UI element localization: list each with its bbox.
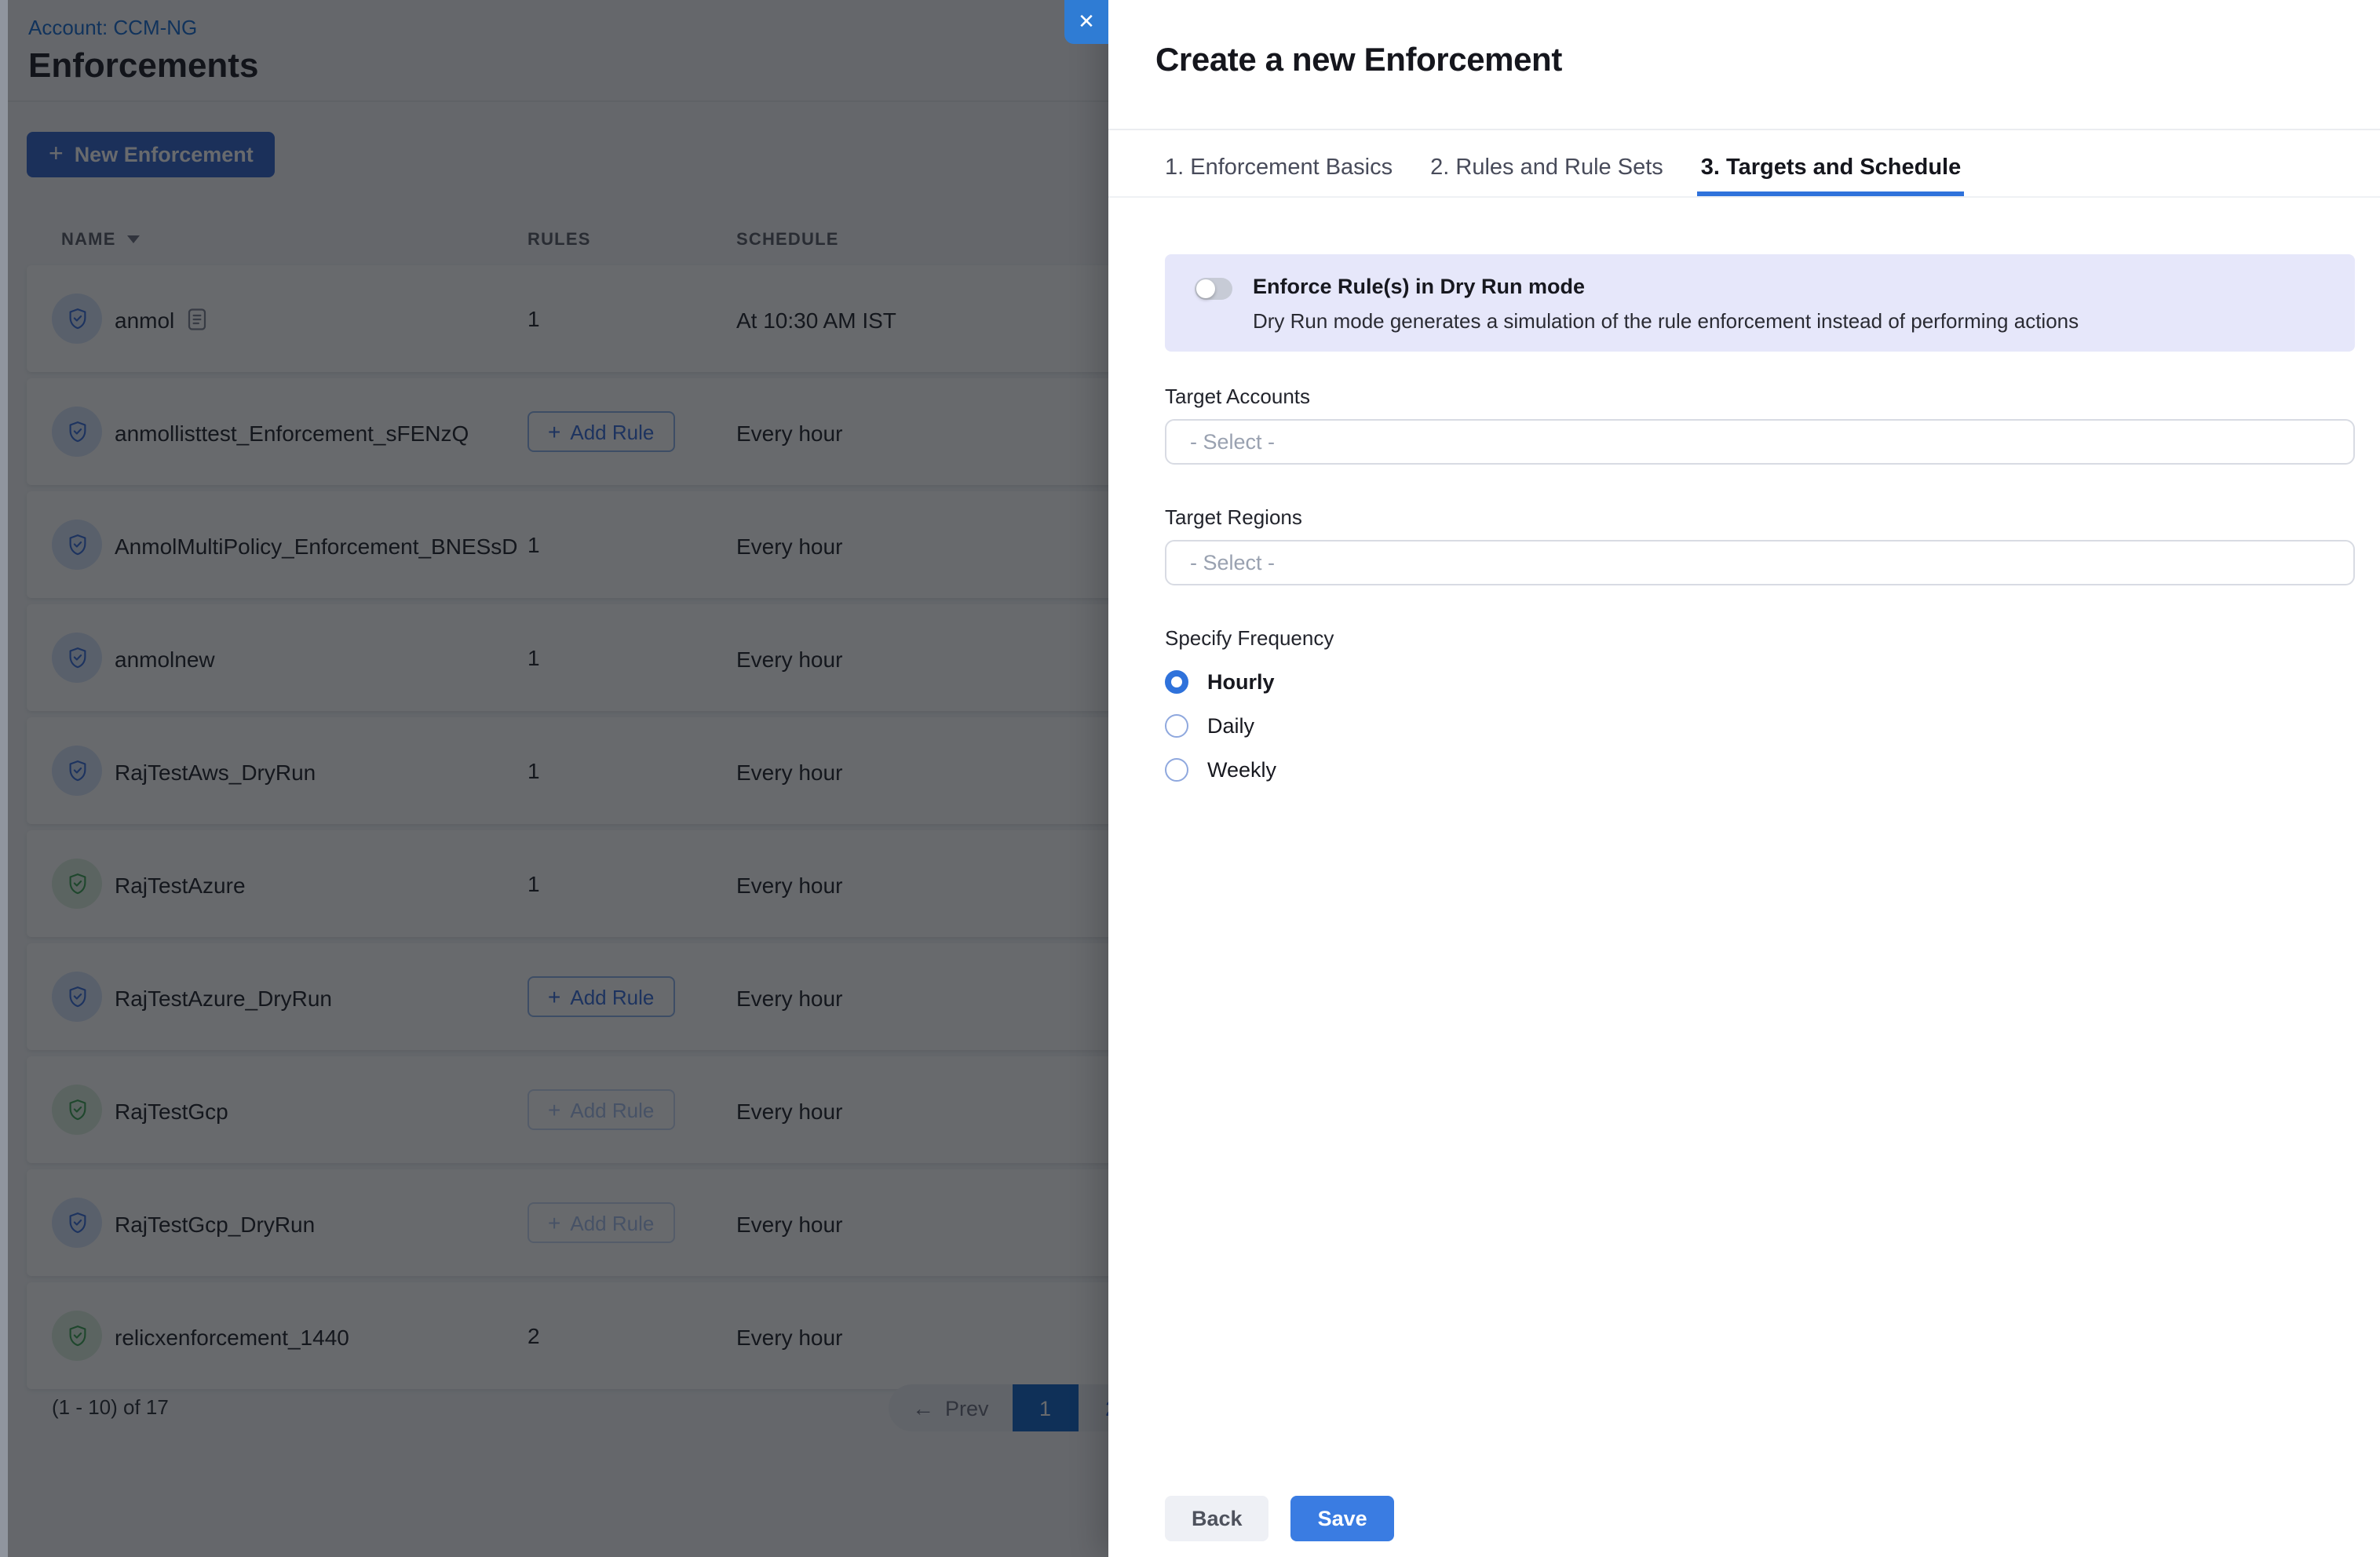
wizard-tabs: 1. Enforcement Basics 2. Rules and Rule …	[1108, 130, 2380, 198]
frequency-label: Specify Frequency	[1165, 626, 2355, 650]
dry-run-toggle[interactable]	[1195, 278, 1232, 300]
save-button[interactable]: Save	[1291, 1496, 1394, 1541]
wizard-tab-3[interactable]: 3. Targets and Schedule	[1698, 155, 1964, 196]
dry-run-description: Dry Run mode generates a simulation of t…	[1253, 310, 2079, 330]
target-accounts-select[interactable]: - Select -	[1165, 419, 2355, 465]
radio-icon	[1165, 758, 1188, 782]
radio-icon	[1165, 714, 1188, 738]
frequency-option-hourly[interactable]: Hourly	[1165, 665, 2355, 698]
window-edge	[0, 0, 8, 1557]
back-button[interactable]: Back	[1165, 1496, 1269, 1541]
drawer-footer: Back Save	[1165, 1496, 1394, 1541]
drawer-content: Enforce Rule(s) in Dry Run mode Dry Run …	[1108, 198, 2380, 786]
radio-icon	[1165, 670, 1188, 694]
screen: Account: CCM-NG Enforcements + New Enfor…	[0, 0, 2380, 1557]
target-regions-placeholder: - Select -	[1190, 551, 1275, 574]
wizard-tab-1[interactable]: 1. Enforcement Basics	[1162, 155, 1396, 196]
wizard-tab-2[interactable]: 2. Rules and Rule Sets	[1427, 155, 1666, 196]
drawer-header: Create a new Enforcement	[1108, 0, 2380, 130]
create-enforcement-drawer: ✕ Create a new Enforcement 1. Enforcemen…	[1108, 0, 2380, 1557]
dry-run-banner: Enforce Rule(s) in Dry Run mode Dry Run …	[1165, 254, 2355, 352]
target-regions-select[interactable]: - Select -	[1165, 540, 2355, 585]
target-accounts-placeholder: - Select -	[1190, 430, 1275, 454]
frequency-option-weekly[interactable]: Weekly	[1165, 753, 2355, 786]
target-regions-label: Target Regions	[1165, 505, 2355, 529]
target-accounts-label: Target Accounts	[1165, 385, 2355, 408]
close-icon: ✕	[1078, 9, 1095, 35]
frequency-options: Hourly Daily Weekly	[1165, 665, 2355, 786]
toggle-knob	[1196, 279, 1215, 298]
dry-run-text: Enforce Rule(s) in Dry Run mode Dry Run …	[1253, 276, 2079, 330]
drawer-title: Create a new Enforcement	[1155, 42, 2380, 80]
dry-run-title: Enforce Rule(s) in Dry Run mode	[1253, 276, 2079, 297]
stage: Account: CCM-NG Enforcements + New Enfor…	[0, 0, 2380, 1557]
close-button[interactable]: ✕	[1064, 0, 1108, 44]
frequency-option-daily[interactable]: Daily	[1165, 709, 2355, 742]
